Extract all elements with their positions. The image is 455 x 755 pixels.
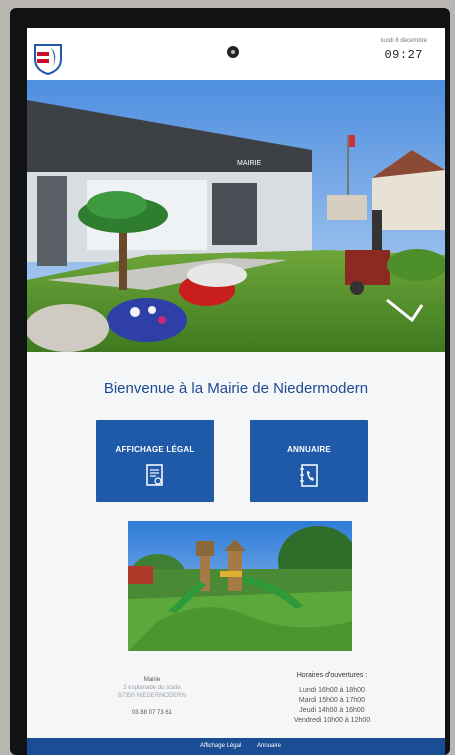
nav-item-legal-notices[interactable]: Affichage Légal: [200, 743, 241, 749]
certificate-document-icon: [146, 464, 163, 486]
contact-name: Mairie: [143, 677, 161, 683]
contact-phone: 03 88 07 73 61: [131, 710, 173, 716]
contact-block: Mairie 3 esplanade du stade 67350 NIEDER…: [87, 676, 217, 717]
directory-label: ANNUAIRE: [287, 445, 331, 454]
opening-hours-line: Lundi 16h00 à 18h00: [299, 687, 365, 694]
kiosk-screen: lundi 8 décembre 09:27 MAIRIE Bienvenue …: [27, 28, 445, 755]
opening-hours-line: Mardi 15h00 à 17h00: [298, 697, 366, 704]
top-bar: lundi 8 décembre 09:27: [27, 28, 445, 80]
playground-photo: [128, 521, 352, 651]
town-hall-photo: MAIRIE: [27, 80, 445, 352]
nav-item-directory[interactable]: Annuaire: [257, 743, 281, 749]
opening-hours-block: Horaires d'ouvertures : Lundi 16h00 à 18…: [267, 671, 397, 726]
opening-hours-line: Jeudi 14h00 à 16h00: [299, 707, 365, 714]
date-label: lundi 8 décembre: [380, 38, 427, 44]
coat-of-arms-logo[interactable]: [33, 43, 63, 75]
building-sign: MAIRIE: [237, 160, 261, 167]
camera-icon: [227, 46, 239, 58]
clock: 09:27: [384, 48, 423, 62]
legal-notices-label: AFFICHAGE LÉGAL: [115, 445, 195, 454]
opening-hours-title: Horaires d'ouvertures :: [296, 672, 368, 679]
welcome-title: Bienvenue à la Mairie de Niedermodern: [103, 380, 369, 397]
opening-hours-line: Vendredi 10h00 à 12h00: [293, 717, 371, 724]
directory-tile[interactable]: ANNUAIRE: [250, 420, 368, 502]
bottom-nav: Affichage Légal Annuaire: [27, 738, 445, 755]
contact-city: 67350 NIEDERMODERN: [118, 693, 186, 699]
phone-book-icon: [300, 464, 318, 487]
contact-street: 3 esplanade du stade: [123, 685, 181, 691]
legal-notices-tile[interactable]: AFFICHAGE LÉGAL: [96, 420, 214, 502]
